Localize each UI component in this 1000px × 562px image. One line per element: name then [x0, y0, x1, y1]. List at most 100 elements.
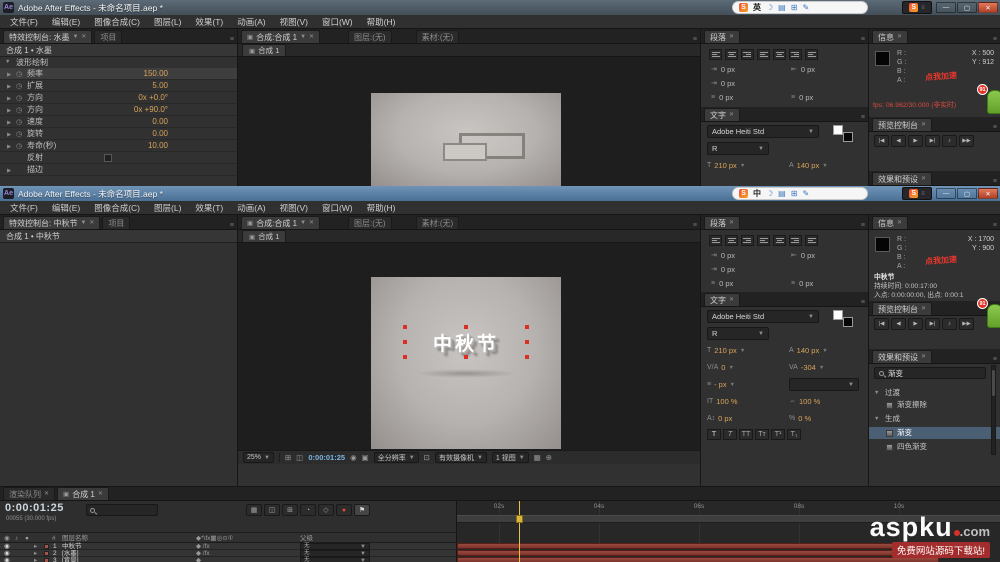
close-icon[interactable] — [309, 220, 314, 226]
justify-all-button[interactable] — [805, 235, 818, 246]
leading-field[interactable]: A140 px▼ — [789, 159, 828, 172]
layer-name[interactable]: [背景] — [62, 557, 79, 562]
prev-frame-button[interactable]: ◀ — [891, 318, 906, 330]
stroke-color-swatch[interactable] — [843, 132, 853, 142]
last-frame-button[interactable]: ▶| — [925, 135, 940, 147]
minimap-icon[interactable]: ▦ — [246, 504, 262, 516]
selection-handle[interactable] — [525, 355, 529, 359]
pixel-aspect-icon[interactable]: ▦ — [534, 453, 541, 462]
stroke-width-field[interactable]: ≡- px▼ — [707, 378, 735, 391]
close-icon[interactable] — [921, 176, 926, 182]
tab-footage[interactable]: 素材:(无) — [416, 30, 460, 43]
menu-animation[interactable]: 动画(A) — [230, 201, 272, 215]
tab-composition[interactable]: 合成:合成 1 — [241, 30, 320, 43]
effect-property-row[interactable]: 旋转 0.00 — [0, 128, 237, 140]
menu-edit[interactable]: 编辑(E) — [45, 15, 87, 29]
align-center-button[interactable] — [725, 235, 738, 246]
font-size-field[interactable]: T210 px▼ — [707, 159, 745, 172]
auto-keyframe-icon[interactable]: ● — [336, 504, 352, 516]
keyboard-icon[interactable]: ▤ — [778, 1, 786, 14]
preset-item-row[interactable]: 渐变擦除 — [869, 399, 1000, 411]
tab-comp-1[interactable]: 合成 1 — [242, 44, 286, 56]
justify-last-right-button[interactable] — [789, 49, 802, 60]
close-icon[interactable] — [921, 306, 926, 312]
chevron-down-icon[interactable] — [300, 34, 306, 40]
menu-animation[interactable]: 动画(A) — [230, 15, 272, 29]
stroke-style-select[interactable] — [789, 378, 859, 391]
view-layout-select[interactable]: 1 视图 — [492, 452, 529, 463]
eye-icon[interactable]: ◉ — [4, 550, 10, 557]
minimize-button[interactable]: — — [936, 2, 956, 13]
tab-effects-presets[interactable]: 效果和预设 — [872, 350, 932, 363]
panel-menu-icon[interactable] — [230, 36, 234, 43]
layer-row[interactable]: ◉ ▸ 1 中秋节 ◆ /fx 无 — [0, 543, 456, 550]
mask-toggle-icon[interactable]: ◫ — [296, 453, 303, 462]
effect-property-row[interactable]: 频率 150.00 — [0, 68, 237, 80]
indent-right-field[interactable]: ⇤0 px — [791, 249, 815, 261]
property-value[interactable]: 0x +0.0° — [100, 92, 168, 103]
panel-menu-icon[interactable] — [993, 356, 997, 363]
close-icon[interactable] — [729, 34, 734, 40]
tab-footage[interactable]: 素材:(无) — [416, 216, 460, 229]
selection-handle[interactable] — [464, 355, 468, 359]
composition-canvas[interactable] — [371, 93, 561, 186]
selection-handle[interactable] — [403, 325, 407, 329]
tab-composition[interactable]: 合成:合成 1 — [241, 216, 320, 229]
effect-group-row[interactable]: 波形绘制 — [0, 57, 237, 68]
space-after-field[interactable]: ≡0 px — [791, 277, 813, 289]
tab-project[interactable]: 项目 — [102, 216, 130, 229]
close-icon[interactable] — [729, 297, 734, 303]
stopwatch-icon[interactable] — [16, 105, 22, 116]
close-button[interactable]: ✕ — [978, 2, 998, 13]
panel-menu-icon[interactable] — [693, 36, 697, 43]
fill-stroke-swatches[interactable] — [833, 310, 853, 327]
preset-category-row[interactable]: 生成 — [869, 413, 1000, 425]
first-line-indent-field[interactable]: ⇥0 px — [711, 77, 735, 89]
fill-color-swatch[interactable] — [833, 125, 843, 135]
shy-layers-icon[interactable]: ⊞ — [282, 504, 298, 516]
effect-property-row[interactable]: 方向 0x +0.0° — [0, 92, 237, 104]
horizontal-scale-field[interactable]: ⇔100 % — [789, 395, 820, 408]
expand-icon[interactable]: ▸ — [34, 543, 37, 550]
tab-render-queue[interactable]: 渲染队列 — [3, 487, 55, 500]
menu-window[interactable]: 窗口(W) — [315, 201, 360, 215]
space-before-field[interactable]: ≡0 px — [711, 277, 733, 289]
current-time-indicator-handle[interactable] — [516, 515, 523, 523]
tab-preview[interactable]: 预览控制台 — [872, 302, 932, 315]
motion-blur-icon[interactable]: ◇ — [318, 504, 334, 516]
audio-button[interactable]: ♪ — [942, 135, 957, 147]
effect-property-row[interactable]: 方向 0x +90.0° — [0, 104, 237, 116]
close-icon[interactable] — [44, 491, 49, 497]
stopwatch-icon[interactable] — [16, 81, 22, 92]
resolution-select[interactable]: 全分辨率 — [374, 452, 419, 463]
close-icon[interactable] — [729, 220, 734, 226]
tab-effects-presets[interactable]: 效果和预设 — [872, 172, 932, 185]
draft-3d-icon[interactable]: ◫ — [264, 504, 280, 516]
panel-menu-icon[interactable] — [993, 178, 997, 185]
menu-layer[interactable]: 图层(L) — [147, 15, 188, 29]
fill-stroke-swatches[interactable] — [833, 125, 853, 142]
justify-last-center-button[interactable] — [773, 49, 786, 60]
layer-row[interactable]: ◉ ▸ 3 [背景] ◆ 无 — [0, 557, 456, 562]
menu-window[interactable]: 窗口(W) — [315, 15, 360, 29]
panel-menu-icon[interactable] — [993, 222, 997, 229]
layer-switches[interactable]: ◆ — [196, 557, 201, 562]
expand-icon[interactable] — [7, 166, 11, 177]
property-value[interactable]: 5.00 — [100, 80, 168, 91]
property-value[interactable]: 0.00 — [100, 116, 168, 127]
menu-view[interactable]: 视图(V) — [273, 15, 315, 29]
layer-name[interactable]: 中秋节 — [62, 543, 82, 550]
play-button[interactable]: ▶ — [908, 318, 923, 330]
tsume-field[interactable]: %0 % — [789, 412, 811, 425]
property-value[interactable]: 150.00 — [100, 68, 168, 79]
subscript-button[interactable]: T₁ — [787, 429, 801, 440]
tab-layer[interactable]: 图层:(无) — [348, 216, 392, 229]
tab-preview[interactable]: 预览控制台 — [872, 118, 932, 131]
audio-button[interactable]: ♪ — [942, 318, 957, 330]
keyboard-icon[interactable]: ▤ — [778, 187, 786, 200]
effect-property-row[interactable]: 寿命(秒) 10.00 — [0, 140, 237, 152]
expand-icon[interactable]: ▸ — [34, 557, 37, 562]
first-frame-button[interactable]: |◀ — [874, 318, 889, 330]
property-value[interactable]: 10.00 — [100, 140, 168, 151]
align-right-button[interactable] — [741, 49, 754, 60]
